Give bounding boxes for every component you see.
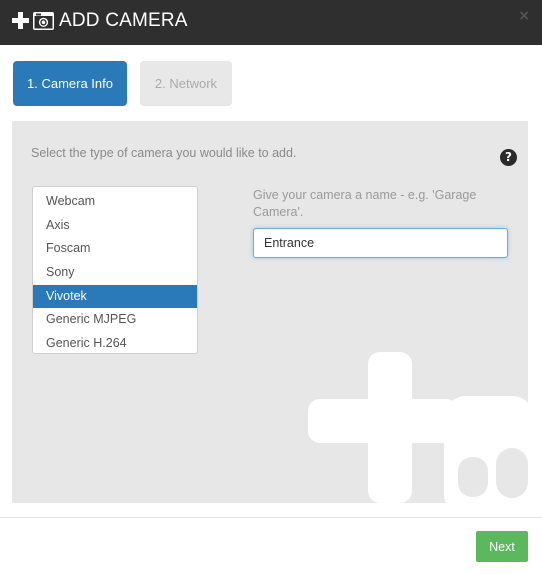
tab-network[interactable]: 2. Network — [140, 61, 232, 106]
footer-divider — [0, 517, 542, 518]
camera-type-generic-h264[interactable]: Generic H.264 — [33, 332, 197, 356]
camera-type-sony[interactable]: Sony — [33, 261, 197, 285]
tab-camera-info[interactable]: 1. Camera Info — [13, 61, 127, 106]
camera-type-axis[interactable]: Axis — [33, 214, 197, 238]
camera-info-panel: Select the type of camera you would like… — [12, 121, 528, 503]
camera-type-generic-mjpeg[interactable]: Generic MJPEG — [33, 308, 197, 332]
next-button[interactable]: Next — [476, 531, 528, 562]
camera-type-foscam[interactable]: Foscam — [33, 237, 197, 261]
camera-type-webcam[interactable]: Webcam — [33, 190, 197, 214]
camera-icon — [33, 12, 54, 30]
camera-type-vivotek[interactable]: Vivotek — [33, 284, 197, 309]
instruction-text: Select the type of camera you would like… — [31, 146, 297, 160]
camera-type-list[interactable]: Webcam Axis Foscam Sony Vivotek Generic … — [32, 186, 198, 354]
plus-icon — [12, 12, 29, 29]
modal-title: ADD CAMERA — [59, 10, 188, 31]
camera-name-input[interactable] — [253, 228, 508, 258]
camera-name-label: Give your camera a name - e.g. 'Garage C… — [253, 188, 477, 219]
add-camera-watermark-icon — [308, 352, 528, 503]
close-icon[interactable]: × — [518, 8, 530, 24]
help-icon[interactable]: ? — [500, 149, 517, 166]
modal-header: ADD CAMERA × — [0, 0, 542, 45]
